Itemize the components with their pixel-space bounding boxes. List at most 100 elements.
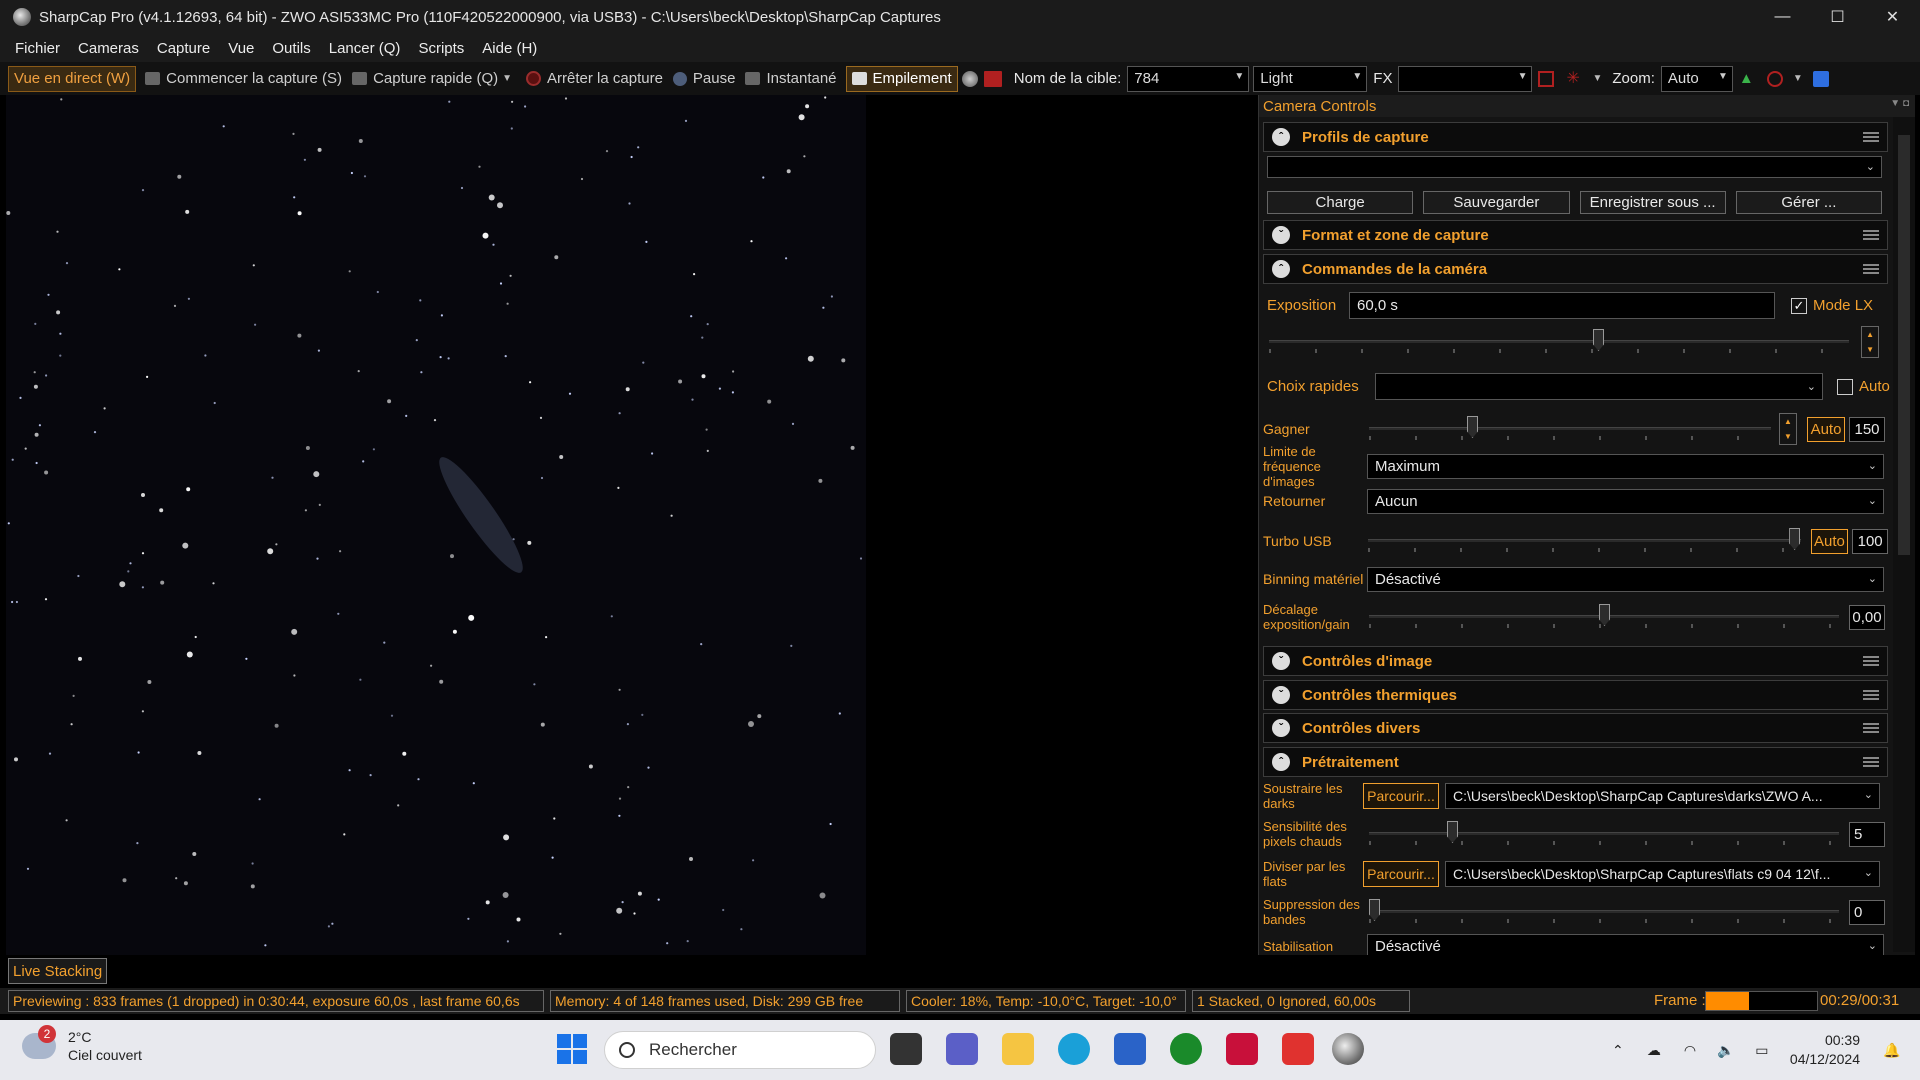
windows-start-icon[interactable]	[556, 1033, 588, 1065]
menu-icon[interactable]	[1863, 656, 1879, 666]
usb-turbo-auto-button[interactable]: Auto	[1810, 528, 1849, 554]
live-view-button[interactable]: Vue en direct (W)	[8, 65, 137, 92]
exp-gain-offset-value[interactable]: 0,00	[1849, 604, 1885, 630]
remote-app-icon[interactable]	[1282, 1033, 1314, 1065]
usb-turbo-slider[interactable]	[1368, 526, 1801, 556]
exp-gain-offset-slider-thumb[interactable]	[1599, 604, 1610, 626]
menu-icon[interactable]	[1863, 264, 1879, 274]
banding-value[interactable]: 0	[1849, 899, 1885, 925]
histogram-tool-icon[interactable]	[983, 70, 1002, 87]
gain-auto-button[interactable]: Auto	[1807, 416, 1845, 442]
minimize-button[interactable]: —	[1755, 0, 1810, 34]
clock[interactable]: 00:39 04/12/2024	[1790, 1031, 1860, 1069]
flats-path-select[interactable]: C:\Users\beck\Desktop\SharpCap Captures\…	[1445, 861, 1880, 887]
maximize-button[interactable]: ☐	[1810, 0, 1865, 34]
quick-picks-select[interactable]: ⌄	[1375, 373, 1823, 400]
polar-align-icon[interactable]	[961, 70, 978, 87]
onedrive-icon[interactable]: ☁	[1644, 1042, 1664, 1058]
chevron-down-icon[interactable]: ▼	[1793, 73, 1803, 84]
stacking-button[interactable]: Empilement	[845, 65, 958, 92]
menu-lancer[interactable]: Lancer (Q)	[320, 40, 410, 57]
lx-mode-checkbox[interactable]: ✓	[1791, 297, 1807, 314]
section-header[interactable]: ˆ Commandes de la caméra	[1263, 254, 1888, 284]
usb-turbo-value[interactable]: 100	[1852, 528, 1888, 554]
stabilisation-select[interactable]: Désactivé ⌄	[1367, 934, 1884, 955]
section-header[interactable]: ˆ Prétraitement	[1263, 747, 1888, 777]
close-button[interactable]: ✕	[1865, 0, 1920, 34]
manage-profiles-button[interactable]: Gérer ...	[1735, 191, 1882, 214]
fps-limit-select[interactable]: Maximum ⌄	[1367, 453, 1884, 479]
live-stacking-tab[interactable]: Live Stacking	[8, 958, 108, 984]
gain-slider-thumb[interactable]	[1467, 416, 1478, 438]
section-header[interactable]: ˇ Contrôles d'image	[1263, 646, 1888, 676]
menu-capture[interactable]: Capture	[148, 40, 219, 57]
store-icon[interactable]	[1114, 1033, 1146, 1065]
hot-pixel-value[interactable]: 5	[1849, 821, 1885, 847]
section-header[interactable]: ˇ Contrôles divers	[1263, 713, 1888, 743]
exposure-input[interactable]: 60,0 s	[1349, 292, 1775, 319]
frame-type-select[interactable]: Light ▼	[1253, 65, 1368, 92]
menu-outils[interactable]: Outils	[263, 40, 319, 57]
menu-icon[interactable]	[1863, 230, 1879, 240]
menu-aide[interactable]: Aide (H)	[473, 40, 546, 57]
section-header[interactable]: ˇ Contrôles thermiques	[1263, 680, 1888, 710]
star-app-icon[interactable]	[1226, 1033, 1258, 1065]
menu-scripts[interactable]: Scripts	[409, 40, 473, 57]
quick-auto-checkbox[interactable]	[1837, 378, 1853, 395]
quick-capture-button[interactable]: Capture rapide (Q) ▼	[347, 66, 521, 92]
exposure-slider-thumb[interactable]	[1593, 329, 1604, 351]
target-name-select[interactable]: 784 ▼	[1127, 65, 1250, 92]
zoom-select[interactable]: Auto ▼	[1660, 65, 1733, 92]
gain-slider[interactable]	[1369, 414, 1771, 444]
chevron-up-icon[interactable]: ⌃	[1608, 1042, 1628, 1058]
pause-button[interactable]: Pause	[668, 66, 741, 92]
edge-icon[interactable]	[1058, 1033, 1090, 1065]
menu-cameras[interactable]: Cameras	[69, 40, 148, 57]
battery-icon[interactable]: ▭	[1752, 1042, 1772, 1058]
pin-icon[interactable]: ▼ ◘	[1890, 98, 1909, 109]
taskbar-search[interactable]: Rechercher	[604, 1031, 876, 1069]
save-profile-button[interactable]: Sauvegarder	[1423, 191, 1570, 214]
browse-flats-button[interactable]: Parcourir...	[1363, 861, 1439, 887]
menu-icon[interactable]	[1863, 757, 1879, 767]
fx-select[interactable]: ▼	[1398, 65, 1533, 92]
chevron-down-icon[interactable]: ▼	[502, 73, 512, 84]
usb-turbo-slider-thumb[interactable]	[1789, 528, 1801, 550]
feature-tracking-icon[interactable]	[1812, 70, 1829, 87]
teams-icon[interactable]	[946, 1033, 978, 1065]
notification-bell-icon[interactable]: 🔔	[1882, 1042, 1902, 1058]
darks-path-select[interactable]: C:\Users\beck\Desktop\SharpCap Captures\…	[1445, 783, 1880, 809]
browse-darks-button[interactable]: Parcourir...	[1363, 783, 1439, 809]
profile-select[interactable]: ⌄	[1267, 156, 1882, 178]
hot-pixel-slider-thumb[interactable]	[1447, 821, 1458, 843]
banding-slider[interactable]	[1369, 897, 1839, 927]
load-profile-button[interactable]: Charge	[1267, 191, 1414, 214]
hot-pixel-slider[interactable]	[1369, 819, 1839, 849]
save-as-profile-button[interactable]: Enregistrer sous ...	[1579, 191, 1726, 214]
menu-icon[interactable]	[1863, 132, 1879, 142]
selection-area-icon[interactable]	[1538, 70, 1555, 87]
panel-scrollbar[interactable]	[1893, 117, 1915, 952]
flip-select[interactable]: Aucun ⌄	[1367, 489, 1884, 514]
exposure-slider[interactable]	[1269, 327, 1850, 357]
menu-fichier[interactable]: Fichier	[6, 40, 69, 57]
sky-app-icon[interactable]	[1170, 1033, 1202, 1065]
chevron-down-icon[interactable]: ▼	[1592, 73, 1602, 84]
volume-icon[interactable]: 🔈	[1716, 1042, 1736, 1058]
gain-value[interactable]: 150	[1849, 416, 1885, 442]
snapshot-button[interactable]: Instantané	[740, 66, 841, 92]
wifi-icon[interactable]: ◠	[1680, 1042, 1700, 1058]
start-capture-button[interactable]: Commencer la capture (S)	[140, 66, 347, 92]
hw-binning-select[interactable]: Désactivé ⌄	[1367, 567, 1884, 592]
histogram-icon[interactable]: ▲	[1739, 70, 1755, 87]
stop-capture-button[interactable]: Arrêter la capture	[521, 66, 668, 92]
menu-vue[interactable]: Vue	[219, 40, 263, 57]
sharpcap-taskbar-icon[interactable]	[1332, 1033, 1364, 1065]
section-header[interactable]: ˆ Profils de capture	[1263, 122, 1888, 152]
exp-gain-offset-slider[interactable]	[1369, 602, 1839, 632]
menu-icon[interactable]	[1863, 723, 1879, 733]
scrollbar-thumb[interactable]	[1898, 135, 1910, 555]
task-view-icon[interactable]	[890, 1033, 922, 1065]
focus-icon[interactable]	[1766, 70, 1783, 87]
reticle-icon[interactable]: ✳	[1566, 70, 1582, 87]
